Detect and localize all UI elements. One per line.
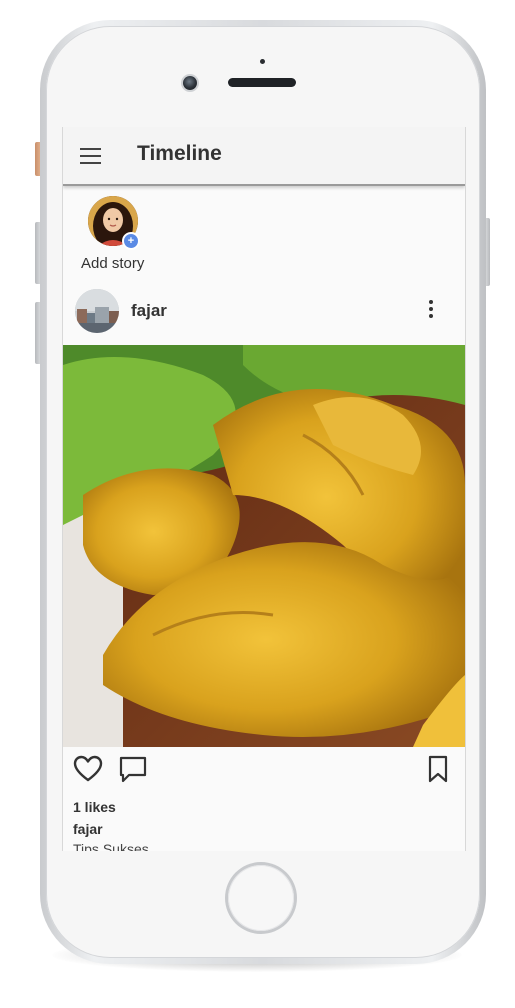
post-author-avatar[interactable] [75,289,119,333]
heart-icon[interactable] [73,755,103,788]
bookmark-icon[interactable] [426,755,450,788]
post-actions [63,753,465,793]
caption-username[interactable]: fajar [73,821,103,837]
front-camera [183,76,197,90]
likes-count[interactable]: 1 likes [73,799,116,815]
post-header: fajar [63,285,465,341]
comment-icon[interactable] [118,755,148,788]
app-screen: Timeline + Add story fajar 1 likes fajar… [62,127,466,851]
post-photo[interactable] [63,345,465,747]
home-button[interactable] [228,865,294,931]
add-story-label: Add story [81,255,145,272]
more-vertical-icon[interactable] [425,298,437,320]
app-bar: Timeline [63,127,465,186]
caption-text: Tips Sukses [73,841,149,851]
earpiece-speaker [228,78,296,87]
page-title: Timeline [137,142,222,165]
plus-icon[interactable]: + [122,232,140,250]
menu-icon[interactable] [80,146,102,166]
proximity-sensor [260,59,265,64]
post-username[interactable]: fajar [131,301,167,321]
